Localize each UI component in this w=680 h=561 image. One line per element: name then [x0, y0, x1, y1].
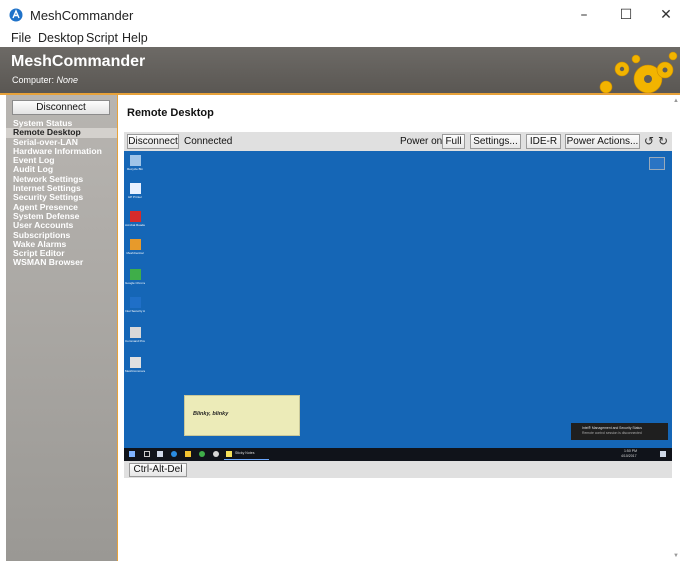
desktop-shortcut[interactable]: Acrobat Reader DC — [125, 211, 145, 227]
app-window: MeshCommander – ☐ ✕ File Desktop Script … — [0, 0, 680, 561]
toast-message: Remote control session is disconnected — [582, 431, 642, 435]
taskbar-clock: 1:50 PM — [624, 449, 638, 453]
toast-title: Intel® Management and Security Status — [582, 426, 642, 430]
printer-icon — [129, 183, 141, 194]
rotate-right-icon[interactable]: ↻ — [658, 135, 668, 148]
menu-file[interactable]: File — [11, 31, 31, 45]
start-icon[interactable] — [129, 451, 135, 457]
sticky-note-text: Blinky, blinky — [193, 411, 229, 417]
sticky-notes-taskbar-icon[interactable] — [226, 451, 232, 457]
main-panel: Remote Desktop ▲ ▼ Disconnect Connected … — [117, 95, 680, 561]
maximize-button[interactable]: ☐ — [612, 4, 640, 26]
ctrl-alt-del-button[interactable]: Ctrl-Alt-Del — [129, 463, 187, 477]
rotate-left-icon[interactable]: ↺ — [644, 135, 654, 148]
menu-script[interactable]: Script — [86, 31, 118, 45]
scroll-up-icon[interactable]: ▲ — [673, 98, 679, 104]
desktop-shortcut-label: MeshCentral — [126, 251, 144, 255]
desktop-shortcut[interactable]: Recycle Bin — [125, 155, 145, 171]
desktop-shortcut-label: Google Chrome — [125, 281, 145, 285]
store-icon[interactable] — [213, 451, 219, 457]
ide-r-button[interactable]: IDE-R — [526, 134, 561, 149]
sidebar-nav: System Status Remote Desktop Serial-over-L… — [6, 118, 117, 268]
taskbar-app-label: Sticky Notes — [235, 451, 255, 455]
banner-title: MeshCommander — [11, 53, 146, 70]
desktop-shortcut[interactable]: Command Prompt — [125, 327, 145, 343]
menu-bar: File Desktop Script Help — [0, 30, 680, 47]
taskbar-date: 4/10/2017 — [621, 454, 637, 458]
meshcommander-app-icon — [9, 8, 23, 22]
desktop-window-icon[interactable] — [649, 157, 665, 170]
settings-button[interactable]: Settings... — [470, 134, 521, 149]
chrome-taskbar-icon[interactable] — [199, 451, 205, 457]
minimize-button[interactable]: – — [570, 4, 598, 26]
page-title: Remote Desktop — [127, 107, 214, 119]
title-bar: MeshCommander – ☐ ✕ — [0, 0, 680, 30]
cmd-icon — [129, 327, 141, 338]
computer-label-text: Computer: — [12, 75, 55, 85]
sidebar: Disconnect System Status Remote Desktop Se… — [6, 95, 117, 561]
computer-label: Computer: None — [12, 75, 78, 85]
task-view-icon[interactable] — [157, 451, 163, 457]
gears-logo-icon — [599, 51, 678, 93]
desktop-shortcut-label: Command Prompt — [125, 339, 145, 343]
desktop-shortcut[interactable]: MeshCentral — [125, 239, 145, 255]
desktop-shortcut-label: Acrobat Reader DC — [125, 223, 145, 227]
desktop-shortcut-label: Intel Security Assist — [125, 309, 145, 313]
remote-taskbar: Sticky Notes 1:50 PM 4/10/2017 — [124, 448, 672, 461]
search-icon[interactable] — [144, 451, 150, 457]
remote-desktop-view[interactable]: Recycle Bin HP Printer Acrobat Reader DC Me… — [124, 151, 672, 461]
intel-icon — [129, 297, 141, 308]
sidebar-item-wsman-browser[interactable]: WSMAN Browser — [6, 258, 117, 268]
desktop-shortcut-label: Recycle Bin — [127, 167, 143, 171]
notification-toast[interactable]: Intel® Management and Security Status Re… — [571, 423, 668, 440]
power-state: Power on — [400, 136, 443, 147]
desktop-shortcut[interactable]: Google Chrome — [125, 269, 145, 285]
notification-center-icon[interactable] — [660, 451, 666, 457]
desktop-shortcut-label: HP Printer — [128, 195, 142, 199]
power-actions-button[interactable]: Power Actions... — [565, 134, 640, 149]
desktop-footer: Ctrl-Alt-Del — [124, 461, 672, 478]
window-title: MeshCommander — [30, 8, 134, 23]
sidebar-disconnect-button[interactable]: Disconnect — [12, 100, 110, 115]
acrobat-icon — [129, 211, 141, 222]
sticky-note[interactable]: Blinky, blinky — [184, 395, 300, 436]
computer-value: None — [56, 75, 79, 85]
desktop-shortcut[interactable]: HP Printer — [125, 183, 145, 199]
close-button[interactable]: ✕ — [652, 4, 680, 26]
edge-icon[interactable] — [171, 451, 177, 457]
meshcommander-icon — [129, 357, 141, 368]
active-app-indicator — [224, 459, 269, 460]
desktop-shortcut-label: MeshCommander — [125, 369, 145, 373]
full-button[interactable]: Full — [442, 134, 465, 149]
recycle-bin-icon — [129, 155, 141, 166]
header-banner: MeshCommander Computer: None — [0, 47, 680, 95]
mesh-icon — [129, 239, 141, 250]
desktop-shortcut[interactable]: MeshCommander — [125, 357, 145, 373]
explorer-icon[interactable] — [185, 451, 191, 457]
chrome-icon — [129, 269, 141, 280]
scroll-down-icon[interactable]: ▼ — [673, 553, 679, 559]
menu-desktop[interactable]: Desktop — [38, 31, 84, 45]
desktop-toolbar: Disconnect Connected Power on Full Setti… — [124, 132, 672, 151]
menu-help[interactable]: Help — [122, 31, 148, 45]
connection-status: Connected — [184, 136, 233, 147]
desktop-shortcut[interactable]: Intel Security Assist — [125, 297, 145, 313]
disconnect-button[interactable]: Disconnect — [127, 134, 179, 149]
